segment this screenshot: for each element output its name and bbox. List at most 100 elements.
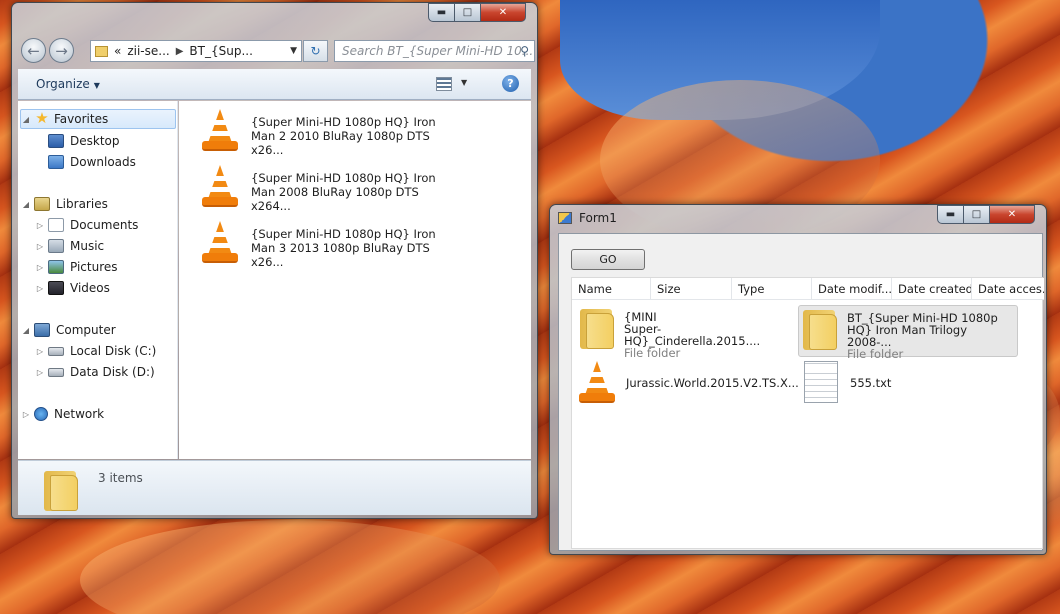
sidebar-item-videos[interactable]: ▷ Videos [35, 278, 110, 298]
videos-icon [48, 281, 64, 295]
sidebar-item-label: Documents [70, 218, 139, 232]
collapsed-arrow-icon[interactable]: ▷ [35, 263, 45, 272]
collapsed-arrow-icon[interactable]: ▷ [35, 284, 45, 293]
file-name-line: {Super Mini-HD 1080p HQ} Iron [251, 115, 436, 129]
forward-button[interactable]: → [49, 38, 74, 63]
minimize-button[interactable]: ▬ [428, 3, 455, 22]
search-placeholder: Search BT_{Super Mini-HD 10... [342, 44, 534, 58]
organize-label: Organize [36, 77, 90, 91]
column-header-date-modified[interactable]: Date modif... [812, 278, 892, 300]
refresh-button[interactable]: ↻ [303, 40, 328, 62]
minimize-button[interactable]: ▬ [937, 205, 964, 224]
column-header-type[interactable]: Type [732, 278, 812, 300]
file-name-line: {Super Mini-HD 1080p HQ} Iron [251, 171, 436, 185]
collapsed-arrow-icon[interactable]: ▷ [35, 221, 45, 230]
expanded-arrow-icon[interactable]: ◢ [21, 115, 31, 124]
file-item[interactable]: {Super Mini-HD 1080p HQ} Iron Man 3 2013… [199, 221, 519, 273]
file-listview[interactable]: Name Size Type Date modif... Date create… [571, 277, 1044, 549]
search-input[interactable]: Search BT_{Super Mini-HD 10... ⚲ [334, 40, 535, 62]
sidebar-item-label: Data Disk (D:) [70, 365, 155, 379]
item-label: {MINI Super-HQ}_Cinderella.2015.... File… [624, 311, 784, 360]
file-name-line: Man 2008 BluRay 1080p DTS x264... [251, 185, 419, 213]
sidebar-item-label: Local Disk (C:) [70, 344, 157, 358]
item-label: BT_{Super Mini-HD 1080p HQ} Iron Man Tri… [847, 312, 1007, 360]
sidebar-item-libraries[interactable]: ◢ Libraries [21, 194, 108, 214]
sidebar-item-local-disk[interactable]: ▷ Local Disk (C:) [35, 341, 156, 361]
title-bar: Form1 [558, 211, 617, 225]
sidebar-item-favorites[interactable]: ◢ ★ Favorites [20, 109, 176, 129]
close-button[interactable]: ✕ [990, 205, 1035, 224]
change-view-icon[interactable] [436, 77, 452, 91]
star-icon: ★ [35, 109, 49, 127]
breadcrumb-overflow[interactable]: « [114, 44, 121, 58]
expanded-arrow-icon[interactable]: ◢ [21, 326, 31, 335]
sidebar-item-label: Libraries [56, 197, 108, 211]
sidebar-item-downloads[interactable]: Downloads [48, 152, 136, 172]
column-header-date-created[interactable]: Date created [892, 278, 972, 300]
sidebar-item-pictures[interactable]: ▷ Pictures [35, 257, 118, 277]
chevron-down-icon[interactable]: ▼ [290, 46, 297, 56]
network-icon [34, 407, 48, 421]
collapsed-arrow-icon[interactable]: ▷ [21, 410, 31, 419]
list-item[interactable]: {MINI Super-HQ}_Cinderella.2015.... File… [576, 305, 796, 360]
list-item-selected[interactable]: BT_{Super Mini-HD 1080p HQ} Iron Man Tri… [798, 305, 1018, 360]
window-title: Form1 [579, 211, 617, 225]
sidebar-item-desktop[interactable]: Desktop [48, 131, 120, 151]
form1-window: Form1 ▬ □ ✕ GO Name Size Type Date modif… [549, 204, 1047, 555]
drive-icon [48, 346, 64, 356]
vlc-cone-icon [199, 109, 241, 153]
sidebar-item-documents[interactable]: ▷ Documents [35, 215, 138, 235]
chevron-right-icon[interactable]: ▶ [176, 46, 184, 57]
list-item[interactable]: Jurassic.World.2015.V2.TS.X... [576, 361, 799, 413]
sidebar-item-music[interactable]: ▷ Music [35, 236, 104, 256]
chevron-down-icon: ▼ [93, 81, 100, 90]
collapsed-arrow-icon[interactable]: ▷ [35, 242, 45, 251]
sidebar-item-label: Music [70, 239, 105, 253]
sidebar-item-label: Desktop [70, 134, 120, 148]
details-pane: 3 items [18, 460, 531, 515]
list-item[interactable]: 555.txt [804, 361, 1024, 413]
close-button[interactable]: ✕ [481, 3, 526, 22]
go-button[interactable]: GO [571, 249, 645, 270]
help-icon[interactable]: ? [502, 75, 519, 92]
item-type: File folder [847, 347, 904, 361]
sidebar-item-network[interactable]: ▷ Network [21, 404, 104, 424]
form-client-area: GO Name Size Type Date modif... Date cre… [558, 233, 1044, 551]
column-header-name[interactable]: Name [572, 278, 651, 300]
explorer-window: ▬ □ ✕ ← → « zii-se... ▶ BT_{Sup... ▼ ↻ S… [11, 2, 538, 519]
expanded-arrow-icon[interactable]: ◢ [21, 200, 31, 209]
listview-header: Name Size Type Date modif... Date create… [572, 278, 1044, 300]
sidebar-item-label: Network [54, 407, 105, 421]
file-name: {Super Mini-HD 1080p HQ} Iron Man 2008 B… [251, 171, 451, 217]
pictures-icon [48, 260, 64, 274]
maximize-button[interactable]: □ [964, 205, 990, 224]
vlc-cone-icon [576, 361, 618, 405]
file-item[interactable]: {Super Mini-HD 1080p HQ} Iron Man 2008 B… [199, 165, 519, 217]
collapsed-arrow-icon[interactable]: ▷ [35, 347, 45, 356]
sidebar-item-data-disk[interactable]: ▷ Data Disk (D:) [35, 362, 155, 382]
breadcrumb-item[interactable]: zii-se... [127, 44, 169, 58]
column-header-date-accessed[interactable]: Date acces... [972, 278, 1044, 300]
maximize-button[interactable]: □ [455, 3, 481, 22]
caption-buttons: ▬ □ ✕ [428, 3, 526, 22]
organize-menu[interactable]: Organize ▼ [36, 77, 100, 91]
navigation-pane: ◢ ★ Favorites Desktop Downloads ◢ Librar… [18, 101, 178, 459]
search-icon[interactable]: ⚲ [520, 44, 529, 58]
column-header-size[interactable]: Size [651, 278, 732, 300]
item-type: File folder [624, 346, 681, 360]
music-icon [48, 239, 64, 253]
libraries-icon [34, 197, 50, 211]
app-icon [558, 212, 572, 224]
sidebar-item-label: Downloads [70, 155, 136, 169]
item-label: 555.txt [850, 377, 1010, 413]
command-bar: Organize ▼ ▼ ? [18, 69, 531, 100]
documents-icon [48, 218, 64, 232]
address-bar[interactable]: « zii-se... ▶ BT_{Sup... ▼ [90, 40, 302, 62]
collapsed-arrow-icon[interactable]: ▷ [35, 368, 45, 377]
back-button[interactable]: ← [21, 38, 46, 63]
breadcrumb-item[interactable]: BT_{Sup... [189, 44, 252, 58]
file-item[interactable]: {Super Mini-HD 1080p HQ} Iron Man 2 2010… [199, 109, 519, 161]
sidebar-item-computer[interactable]: ◢ Computer [21, 320, 116, 340]
chevron-down-icon[interactable]: ▼ [461, 78, 467, 87]
caption-buttons: ▬ □ ✕ [937, 205, 1035, 224]
